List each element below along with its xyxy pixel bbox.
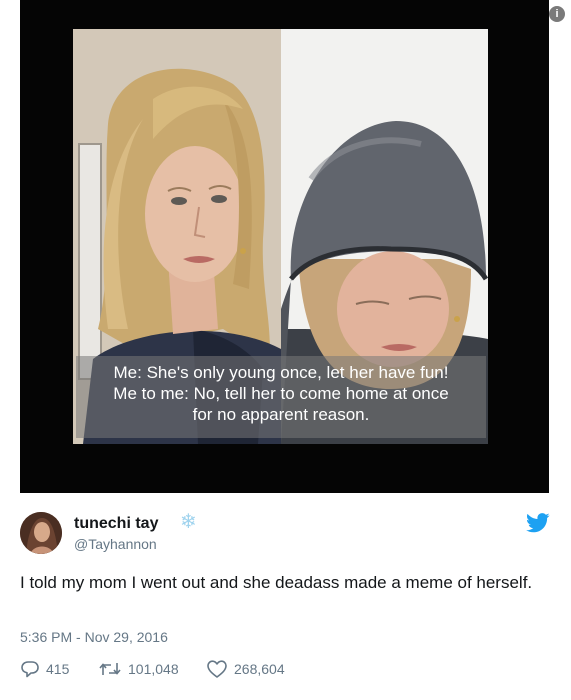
tweet-text: I told my mom I went out and she deadass… <box>20 573 533 592</box>
meme-caption: Me: She's only young once, let her have … <box>76 362 486 425</box>
display-name[interactable]: tunechi tay <box>74 515 158 533</box>
reply-count: 415 <box>46 661 70 677</box>
twitter-bird-icon[interactable] <box>526 513 550 533</box>
tweet-media[interactable]: i Me: She's only young once, let her hav… <box>0 0 571 493</box>
user-handle[interactable]: @Tayhannon <box>74 536 157 552</box>
heart-icon <box>207 660 227 678</box>
avatar[interactable] <box>20 512 62 554</box>
retweet-icon <box>99 663 121 675</box>
like-button[interactable]: 268,604 <box>206 658 285 680</box>
tweet-timestamp[interactable]: 5:36 PM - Nov 29, 2016 <box>20 629 168 645</box>
reply-icon <box>21 661 39 678</box>
retweet-button[interactable]: 101,048 <box>98 658 179 680</box>
retweet-count: 101,048 <box>128 661 179 677</box>
info-icon[interactable]: i <box>549 6 565 22</box>
caption-line: Me to me: No, tell her to come home at o… <box>113 384 449 403</box>
reply-button[interactable]: 415 <box>20 658 69 680</box>
caption-line: Me: She's only young once, let her have … <box>113 363 449 382</box>
snowflake-icon: ❄ <box>180 511 197 533</box>
caption-line: for no apparent reason. <box>192 405 370 424</box>
avatar-image <box>20 512 62 554</box>
like-count: 268,604 <box>234 661 285 677</box>
tweet-card: tunechi tay ❄ @Tayhannon I told my mom I… <box>0 493 571 700</box>
